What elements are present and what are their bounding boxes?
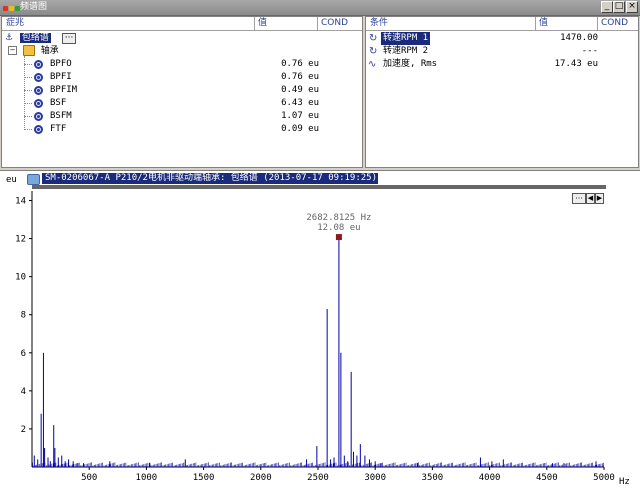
condition-panel: 条件 值 COND ↻ 转速RPM 1 1470.00 ↻ 转速RPM 2 --…: [365, 16, 639, 168]
collapse-icon[interactable]: −: [8, 46, 17, 55]
list-item[interactable]: BPFI 0.76 eu: [2, 71, 362, 84]
item-value: 1.07 eu: [281, 111, 319, 121]
y-tick-label: 4: [21, 387, 26, 397]
spectrum-noise: [32, 462, 604, 467]
refresh-icon: ↻: [369, 33, 378, 44]
x-tick-label: 2500: [307, 473, 329, 483]
x-axis-unit: Hz: [619, 477, 630, 487]
x-tick-label: 4000: [479, 473, 501, 483]
app-logo-icon: [3, 4, 21, 14]
item-label: BSF: [50, 98, 67, 108]
maximize-button[interactable]: □: [613, 1, 625, 13]
header-cond[interactable]: COND: [321, 18, 348, 29]
y-tick-label: 10: [15, 273, 26, 283]
x-tick-label: 500: [81, 473, 97, 483]
item-value: 0.49 eu: [281, 85, 319, 95]
item-label: BPFIM: [50, 85, 78, 95]
condition-row[interactable]: ↻ 转速RPM 1 1470.00: [366, 32, 638, 45]
tree-group-row[interactable]: − 轴承: [8, 45, 59, 58]
x-tick-label: 4500: [536, 473, 558, 483]
bearing-icon: [34, 86, 43, 95]
item-label: BSFM: [50, 111, 72, 121]
header-symptom[interactable]: 症兆: [6, 18, 24, 29]
y-tick-label: 14: [15, 197, 26, 207]
x-tick-label: 5000: [593, 473, 615, 483]
item-label: BPFI: [50, 72, 72, 82]
spectrum-plot[interactable]: 2 4 6 8 10 12 14 500 1000 1500 2000 2500 3000 3500 400…: [0, 171, 640, 489]
close-button[interactable]: ×: [626, 1, 638, 13]
bearing-icon: [34, 125, 43, 134]
bearing-icon: [34, 99, 43, 108]
x-tick-label: 2000: [250, 473, 272, 483]
list-item[interactable]: BPFIM 0.49 eu: [2, 84, 362, 97]
list-item[interactable]: BSF 6.43 eu: [2, 97, 362, 110]
cursor-amplitude-label: 12.08 eu: [317, 223, 360, 233]
condition-value: ---: [581, 46, 598, 56]
y-tick-label: 8: [21, 311, 26, 321]
envelope-spectrum-icon: ⚓: [5, 33, 14, 43]
symptom-header: 症兆 值 COND: [2, 17, 362, 31]
item-value: 6.43 eu: [281, 98, 319, 108]
header-value[interactable]: 值: [258, 18, 267, 29]
tree-root-row[interactable]: ⚓ 包络谱 ···: [5, 32, 77, 45]
list-item[interactable]: BSFM 1.07 eu: [2, 110, 362, 123]
x-tick-label: 1500: [193, 473, 215, 483]
item-value: 0.76 eu: [281, 59, 319, 69]
folder-icon: [22, 45, 35, 56]
list-item[interactable]: BPFO 0.76 eu: [2, 58, 362, 71]
tree-group-label: 轴承: [40, 46, 59, 56]
symptom-panel: 症兆 值 COND ⚓ 包络谱 ··· − 轴承 BPFO 0.76 eu BP…: [1, 16, 363, 168]
refresh-icon: ↻: [369, 46, 378, 57]
item-label: BPFO: [50, 59, 72, 69]
header-cond[interactable]: COND: [601, 18, 628, 29]
y-tick-label: 12: [15, 235, 26, 245]
tree-root-label[interactable]: 包络谱: [19, 33, 51, 43]
condition-value: 17.43 eu: [554, 59, 598, 69]
header-value[interactable]: 值: [539, 18, 548, 29]
item-value: 0.76 eu: [281, 72, 319, 82]
condition-label: 转速RPM 1: [381, 32, 431, 45]
header-condition[interactable]: 条件: [370, 18, 388, 29]
condition-value: 1470.00: [560, 33, 598, 43]
condition-label: 转速RPM 2: [383, 46, 429, 56]
item-value: 0.09 eu: [281, 124, 319, 134]
item-label: FTF: [50, 124, 67, 134]
y-tick-label: 2: [21, 425, 26, 435]
spectrum-chart-area[interactable]: eu SM-0206067-A P210/2电机非驱动端轴承: 包络谱 (201…: [0, 170, 640, 489]
condition-row[interactable]: ∿ 加速度, Rms 17.43 eu: [366, 58, 638, 71]
condition-header: 条件 值 COND: [366, 17, 638, 31]
bearing-icon: [34, 112, 43, 121]
x-tick-label: 3000: [364, 473, 386, 483]
list-item[interactable]: FTF 0.09 eu: [2, 123, 362, 136]
waveform-icon: ∿: [368, 59, 377, 70]
cursor-frequency-label: 2682.8125 Hz: [306, 213, 371, 223]
condition-row[interactable]: ↻ 转速RPM 2 ---: [366, 45, 638, 58]
y-tick-label: 6: [21, 349, 26, 359]
more-button[interactable]: ···: [61, 33, 77, 44]
bearing-icon: [34, 60, 43, 69]
x-tick-label: 1000: [136, 473, 158, 483]
window-title: 频谱图: [20, 2, 48, 12]
x-tick-label: 3500: [422, 473, 444, 483]
minimize-button[interactable]: _: [601, 1, 613, 13]
cursor-marker: [335, 234, 342, 241]
title-bar: 频谱图 _ □ ×: [0, 0, 640, 16]
bearing-icon: [34, 73, 43, 82]
condition-label: 加速度, Rms: [383, 59, 438, 69]
